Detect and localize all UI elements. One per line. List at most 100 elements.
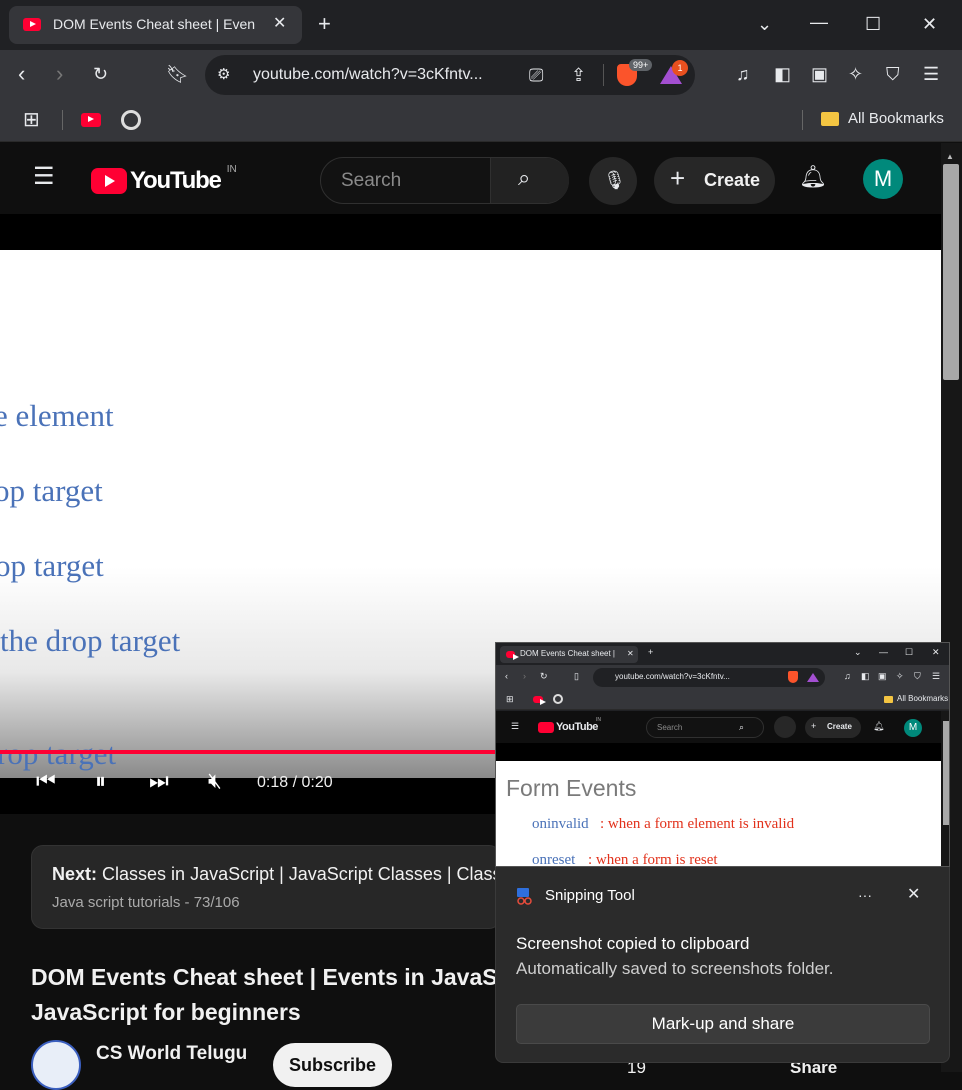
preview-search-placeholder: Search — [657, 723, 683, 732]
more-options-icon[interactable]: ··· — [858, 885, 872, 905]
preview-event-desc: : when a form element is invalid — [600, 816, 795, 832]
maximize-icon[interactable]: ☐ — [865, 14, 881, 34]
up-next-prefix: Next: — [52, 864, 98, 884]
preview-vpn-icon: ⛉ — [914, 671, 921, 681]
create-label: Create — [704, 170, 761, 190]
preview-mic-button — [774, 716, 796, 738]
youtube-logo-icon — [91, 168, 127, 194]
bookmark-icon[interactable]: 🔖︎ — [166, 64, 189, 84]
dismiss-notification-icon[interactable]: ✕ — [907, 885, 920, 905]
video-text-line: e element — [0, 398, 114, 433]
address-bar[interactable]: ⚙ youtube.com/watch?v=3cKfntv... ⎚ ⇪ 99+… — [205, 55, 695, 95]
preview-apps-icon: ⊞ — [506, 694, 514, 704]
snipping-tool-notification[interactable]: Snipping Tool ··· ✕ Screenshot copied to… — [495, 867, 950, 1063]
search-box[interactable]: Search ⌕ — [320, 157, 569, 204]
plus-icon: + — [670, 163, 686, 193]
preview-url: youtube.com/watch?v=3cKfntv... — [615, 672, 730, 681]
preview-scrollbar-thumb — [943, 721, 949, 825]
vpn-icon[interactable]: ⛉ — [886, 64, 900, 84]
preview-chevron-icon: ⌄ — [854, 647, 862, 657]
sidebar-icon[interactable]: ◧ — [774, 64, 791, 84]
youtube-logo[interactable]: YouTube IN — [91, 164, 237, 195]
voice-search-button[interactable]: 🎙︎ — [589, 157, 637, 205]
preview-create-label: Create — [827, 722, 852, 731]
search-icon: ⌕ — [518, 165, 531, 190]
preview-region-code: IN — [596, 717, 601, 723]
close-window-icon[interactable]: ✕ — [922, 14, 937, 34]
video-text-line: the drop target — [0, 623, 181, 658]
subscribe-button[interactable]: Subscribe — [273, 1043, 392, 1087]
youtube-bookmark-icon[interactable] — [81, 113, 101, 127]
preview-youtube-logo-text: YouTube — [556, 721, 598, 733]
markup-and-share-button[interactable]: Mark-up and share — [516, 1004, 930, 1044]
preview-new-tab-icon: + — [648, 647, 654, 657]
snipping-tool-icon — [516, 887, 534, 905]
preview-back-icon: ‹ — [505, 671, 508, 681]
browser-tab[interactable]: DOM Events Cheat sheet | Even ✕ — [9, 6, 302, 44]
minimize-icon[interactable]: — — [810, 12, 828, 32]
channel-avatar[interactable] — [31, 1040, 81, 1090]
preview-scrollbar — [941, 711, 949, 866]
channel-name[interactable]: CS World Telugu — [96, 1043, 247, 1065]
video-top-bar — [0, 214, 941, 250]
leo-ai-icon[interactable]: ✧ — [848, 64, 863, 84]
preview-forward-icon: › — [523, 671, 526, 681]
preview-address-bar: youtube.com/watch?v=3cKfntv... — [593, 668, 825, 687]
media-controls-icon[interactable]: ♫ — [736, 64, 750, 84]
reload-icon[interactable]: ↻ — [93, 64, 108, 84]
all-bookmarks-folder[interactable]: All Bookmarks — [821, 110, 944, 127]
preview-event-desc: : when a form is reset — [588, 852, 718, 867]
next-icon[interactable]: ⏭︎ — [149, 770, 169, 792]
new-tab-icon[interactable]: + — [318, 13, 331, 35]
create-button[interactable]: + Create — [654, 157, 775, 204]
notification-app-name: Snipping Tool — [545, 887, 635, 904]
pause-icon[interactable]: ⏸︎ — [95, 770, 106, 792]
preview-video-frame: Form Events oninvalid : when a form elem… — [496, 761, 941, 867]
preview-youtube-bookmark-icon — [533, 696, 546, 705]
avatar[interactable]: M — [863, 159, 903, 199]
preview-menu-icon: ☰ — [932, 671, 941, 681]
preview-tab-bar: DOM Events Cheat sheet | Even ✕ + ⌄ — ☐ … — [496, 643, 949, 665]
youtube-header: ☰ YouTube IN Search ⌕ 🎙︎ + Create 🔔︎ M — [0, 143, 941, 214]
chatgpt-bookmark-icon[interactable] — [121, 110, 141, 130]
wallet-icon[interactable]: ▣ — [811, 64, 828, 84]
up-next-playlist: Java script tutorials - 73/106 — [52, 894, 240, 911]
install-app-icon[interactable]: ⎚ — [529, 65, 543, 85]
preview-tab: DOM Events Cheat sheet | Even ✕ — [500, 646, 638, 663]
up-next-video-title: Classes in JavaScript | JavaScript Class… — [102, 864, 521, 884]
preview-folder-icon — [884, 696, 893, 703]
youtube-logo-text: YouTube — [130, 167, 222, 194]
tab-bar: DOM Events Cheat sheet | Even ✕ + ⌄ — ☐ … — [0, 0, 962, 50]
tab-search-chevron-icon[interactable]: ⌄ — [757, 14, 772, 34]
up-next-title: Next: Classes in JavaScript | JavaScript… — [52, 864, 521, 885]
guide-menu-icon[interactable]: ☰ — [33, 165, 55, 189]
notification-subtext: Automatically saved to screenshots folde… — [516, 959, 834, 978]
forward-icon[interactable]: › — [56, 63, 63, 85]
notifications-bell-icon[interactable]: 🔔︎ — [799, 166, 827, 188]
preview-leo-icon: ✧ — [896, 671, 904, 681]
share-icon[interactable]: ⇪ — [571, 65, 586, 85]
tab-title: DOM Events Cheat sheet | Even — [53, 16, 256, 32]
back-icon[interactable]: ‹ — [18, 63, 25, 85]
previous-icon[interactable]: ⏮︎ — [36, 770, 56, 792]
folder-icon — [821, 111, 839, 126]
search-button[interactable]: ⌕ — [490, 158, 569, 203]
preview-youtube-header: ☰ YouTube IN Search ⌕ + Create 🔔︎ M — [496, 711, 949, 743]
video-text-line: op target — [0, 548, 104, 583]
preview-all-bookmarks: All Bookmarks — [897, 694, 949, 703]
preview-sidebar-icon: ◧ — [861, 671, 870, 681]
close-tab-icon[interactable]: ✕ — [273, 14, 286, 34]
microphone-icon: 🎙︎ — [603, 170, 626, 190]
preview-create-button: + Create — [805, 717, 861, 738]
muted-volume-icon[interactable]: 🔇︎ — [208, 770, 222, 792]
screenshot-preview[interactable]: DOM Events Cheat sheet | Even ✕ + ⌄ — ☐ … — [495, 642, 950, 867]
site-settings-icon[interactable]: ⚙ — [217, 65, 230, 85]
search-input[interactable]: Search — [341, 170, 401, 192]
scrollbar-thumb[interactable] — [943, 164, 959, 380]
preview-media-icon: ♫ — [844, 671, 851, 681]
video-title: DOM Events Cheat sheet | Events in JavaS… — [31, 964, 498, 1025]
menu-icon[interactable]: ☰ — [923, 64, 939, 84]
apps-grid-icon[interactable]: ⊞ — [23, 110, 40, 130]
bookmarks-bar: ⊞ All Bookmarks — [0, 100, 962, 142]
up-next-card[interactable]: Next: Classes in JavaScript | JavaScript… — [31, 845, 521, 929]
